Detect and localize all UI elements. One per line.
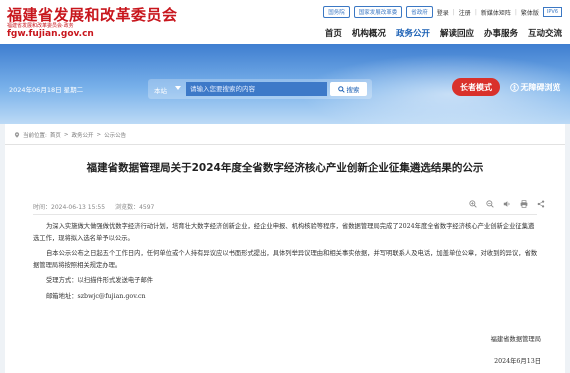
link-provincial-gov[interactable]: 省政府 [406,6,433,18]
breadcrumb-separator: > [96,132,102,138]
breadcrumb-separator: > [63,132,69,138]
view-count: 浏览数：4597 [115,204,155,211]
traditional-chinese-link[interactable]: 繁体版 [521,8,539,17]
article-paragraph: 邮箱地址：szbwjc@fujian.gov.cn [46,292,146,300]
search-bar: 本站 搜索 [148,79,372,99]
register-link[interactable]: 注册 [459,8,471,17]
site-url: fgw.fujian.gov.cn [7,29,94,39]
article-title: 福建省数据管理局关于2024年度全省数字经济核心产业创新企业征集遴选结果的公示 [86,162,484,174]
divider: | [452,8,455,16]
zoom-in-icon[interactable] [469,200,477,208]
accessibility-label: 无障碍浏览 [520,82,561,92]
article-body: 为深入实施做大做强做优数字经济行动计划，培育壮大数字经济创新企业，经企业申报、机… [33,221,539,306]
search-button[interactable]: 搜索 [330,82,367,96]
link-state-council[interactable]: 国务院 [323,6,350,18]
search-scope-select[interactable]: 本站 [154,85,167,95]
current-date: 2024年06月18日 星期二 [9,86,84,94]
accessibility-icon [509,82,519,92]
signature: 福建省数据管理局 [490,336,541,343]
search-icon [337,85,345,93]
publish-time: 时间：2024-06-13 15:55 [33,204,106,211]
print-icon[interactable] [520,200,528,208]
signature-date: 2024年6月13日 [494,358,541,365]
site-header: 福建省发展和改革委员会 福建省发展和改革委员会·政务 fgw.fujian.go… [0,0,570,44]
breadcrumb-home[interactable]: 首页 [50,131,61,139]
top-links: 国务院 国家发展改革委 省政府 登录 | 注册 | 新媒体矩阵 | 繁体版 IP… [323,6,562,18]
breadcrumb-label: 当前位置: [23,133,47,139]
chevron-down-icon[interactable] [175,86,181,90]
search-button-label: 搜索 [346,86,360,94]
ipv6-badge: IPV6 [542,7,562,17]
article-paragraph: 自本公示公布之日起五个工作日内，任何单位或个人持有异议应以书面形式提出，具体列举… [33,250,538,269]
login-link[interactable]: 登录 [437,8,449,17]
breadcrumb-announcements[interactable]: 公示公告 [104,131,126,139]
nav-interaction[interactable]: 互动交流 [528,27,562,39]
main-nav: 首页 机构概况 政务公开 解读回应 办事服务 互动交流 [325,27,562,39]
nav-services[interactable]: 办事服务 [484,27,518,39]
breadcrumb: 当前位置: 首页 > 政务公开 > 公示公告 [14,131,126,139]
article-paragraph: 受理方式：以扫描件形式发送电子邮件 [46,277,154,284]
nav-home[interactable]: 首页 [325,27,342,39]
divider [33,214,537,215]
accessibility-button[interactable]: 无障碍浏览 [504,78,566,96]
divider [5,144,565,145]
nav-interpretation[interactable]: 解读回应 [440,27,474,39]
elder-mode-button[interactable]: 长者模式 [452,78,500,96]
breadcrumb-gov-affairs[interactable]: 政务公开 [71,131,93,139]
new-media-link[interactable]: 新媒体矩阵 [481,8,511,17]
nav-about[interactable]: 机构概况 [352,27,386,39]
article-meta: 时间：2024-06-13 15:55 浏览数：4597 [33,202,154,211]
article-card: 当前位置: 首页 > 政务公开 > 公示公告 福建省数据管理局关于2024年度全… [5,124,565,373]
location-icon [14,132,20,138]
nav-gov-affairs[interactable]: 政务公开 [396,27,430,39]
site-logo-subtitle: 福建省发展和改革委员会·政务 [7,23,74,29]
article-paragraph: 为深入实施做大做强做优数字经济行动计划，培育壮大数字经济创新企业，经企业申报、机… [33,223,535,242]
divider: | [514,8,517,16]
article-tools [469,200,545,208]
divider: | [474,8,477,16]
banner: 2024年06月18日 星期二 本站 搜索 长者模式 无障碍浏览 [0,44,570,124]
share-icon[interactable] [537,200,545,208]
search-input[interactable] [186,82,327,96]
zoom-out-icon[interactable] [486,200,494,208]
audio-icon[interactable] [503,200,511,208]
link-ndrc[interactable]: 国家发展改革委 [353,6,403,18]
